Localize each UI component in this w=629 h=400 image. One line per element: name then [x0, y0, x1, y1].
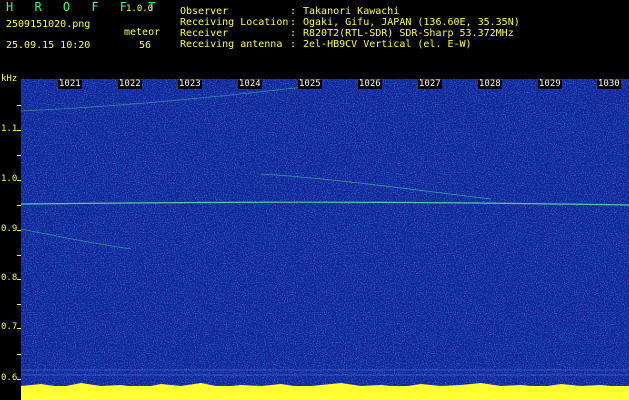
time-label: 1022 [118, 79, 142, 89]
time-label: 1028 [478, 79, 502, 89]
freq-tick [17, 205, 21, 206]
signal-level-bar [21, 383, 629, 400]
antenna-value: 2el-HB9CV Vertical (el. E-W) [303, 39, 472, 50]
meteor-count: 56 [139, 40, 152, 51]
mode-label: meteor [124, 27, 161, 38]
freq-label: 0.8 [1, 273, 18, 283]
freq-tick [17, 328, 21, 329]
freq-tick [17, 354, 21, 355]
time-label: 1024 [238, 79, 262, 89]
observer-value: Takanori Kawachi [303, 6, 400, 17]
freq-tick [17, 155, 21, 156]
time-label: 1023 [178, 79, 202, 89]
freq-tick [17, 230, 21, 231]
separator: : [290, 28, 297, 39]
receiver-label: Receiver [180, 28, 229, 39]
time-label: 1025 [298, 79, 322, 89]
separator: : [290, 6, 297, 17]
freq-tick [17, 130, 21, 131]
freq-tick [17, 279, 21, 280]
observer-label: Observer [180, 6, 229, 17]
time-label: 1026 [358, 79, 382, 89]
location-label: Receiving Location [180, 17, 289, 28]
receiver-value: R820T2(RTL-SDR) SDR-Sharp 53.372MHz [303, 28, 514, 39]
separator: : [290, 17, 297, 28]
file-name: 2509151020.png [6, 19, 91, 30]
time-label: 1030 [597, 79, 621, 89]
freq-tick [17, 255, 21, 256]
location-value: Ogaki, Gifu, JAPAN (136.60E, 35.35N) [303, 17, 520, 28]
time-label: 1021 [58, 79, 82, 89]
freq-label: 0.6 [1, 373, 18, 383]
freq-tick [17, 105, 21, 106]
spectrogram-area [21, 79, 629, 400]
timestamp: 25.09.15 10:20 [6, 40, 91, 51]
freq-tick [17, 304, 21, 305]
freq-tick [17, 379, 21, 380]
separator: : [290, 39, 297, 50]
time-label: 1027 [418, 79, 442, 89]
antenna-label: Receiving antenna [180, 39, 283, 50]
freq-tick [17, 180, 21, 181]
freq-label: 0.7 [1, 322, 18, 332]
freq-label: 0.9 [1, 224, 18, 234]
freq-label: 1.1 [1, 124, 18, 134]
time-label: 1029 [538, 79, 562, 89]
header-panel: H R O F F T 1.0.0 2509151020.png meteor … [0, 0, 629, 84]
frequency-unit: kHz [1, 74, 18, 84]
spectrogram-noise [21, 79, 629, 400]
freq-label: 1.0 [1, 174, 18, 184]
version-label: 1.0.0 [126, 4, 154, 14]
